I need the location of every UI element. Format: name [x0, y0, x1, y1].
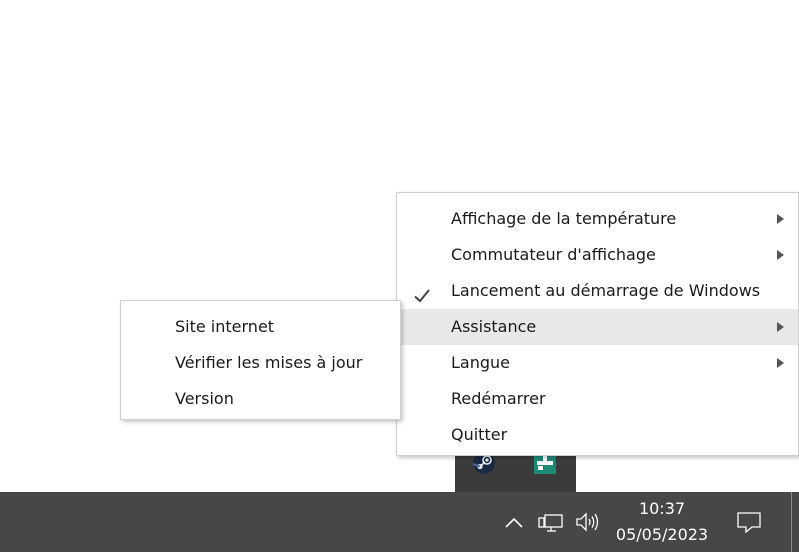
menu-item-label: Quitter [451, 425, 508, 444]
clock-time: 10:37 [638, 499, 686, 518]
menu-item-quitter[interactable]: Quitter [397, 417, 798, 453]
submenu-arrow-icon [777, 358, 784, 368]
assistance-submenu: Site internet Vérifier les mises à jour … [120, 300, 401, 420]
menu-item-label: Site internet [175, 317, 275, 336]
menu-item-label: Vérifier les mises à jour [175, 353, 363, 372]
desktop: Affichage de la température Commutateur … [0, 0, 799, 552]
menu-item-lancement-demarrage[interactable]: Lancement au démarrage de Windows [397, 273, 798, 309]
menu-item-label: Assistance [451, 317, 537, 336]
menu-item-commutateur-affichage[interactable]: Commutateur d'affichage [397, 237, 798, 273]
submenu-arrow-icon [777, 214, 784, 224]
taskbar-clock[interactable]: 10:37 05/05/2023 [608, 496, 716, 550]
menu-item-assistance[interactable]: Assistance [397, 309, 798, 345]
menu-item-redemarrer[interactable]: Redémarrer [397, 381, 798, 417]
clock-date: 05/05/2023 [615, 525, 709, 544]
menu-item-label: Commutateur d'affichage [451, 245, 656, 264]
menu-item-label: Redémarrer [451, 389, 546, 408]
submenu-item-site-internet[interactable]: Site internet [121, 309, 400, 345]
network-icon[interactable] [537, 506, 565, 538]
menu-item-label: Langue [451, 353, 510, 372]
notification-icon[interactable] [734, 506, 764, 538]
submenu-item-version[interactable]: Version [121, 381, 400, 417]
menu-item-langue[interactable]: Langue [397, 345, 798, 381]
submenu-arrow-icon [777, 322, 784, 332]
volume-icon[interactable] [574, 506, 602, 538]
chevron-up-icon[interactable] [503, 506, 525, 538]
checkmark-icon [413, 282, 431, 303]
tray-context-menu: Affichage de la température Commutateur … [396, 192, 799, 456]
menu-item-affichage-temperature[interactable]: Affichage de la température [397, 201, 798, 237]
menu-item-label: Version [175, 389, 234, 408]
taskbar: 10:37 05/05/2023 [0, 492, 799, 552]
menu-item-label: Lancement au démarrage de Windows [451, 281, 761, 300]
show-desktop-button[interactable] [791, 492, 792, 552]
submenu-arrow-icon [777, 250, 784, 260]
submenu-item-verifier-mises-a-jour[interactable]: Vérifier les mises à jour [121, 345, 400, 381]
menu-item-label: Affichage de la température [451, 209, 677, 228]
